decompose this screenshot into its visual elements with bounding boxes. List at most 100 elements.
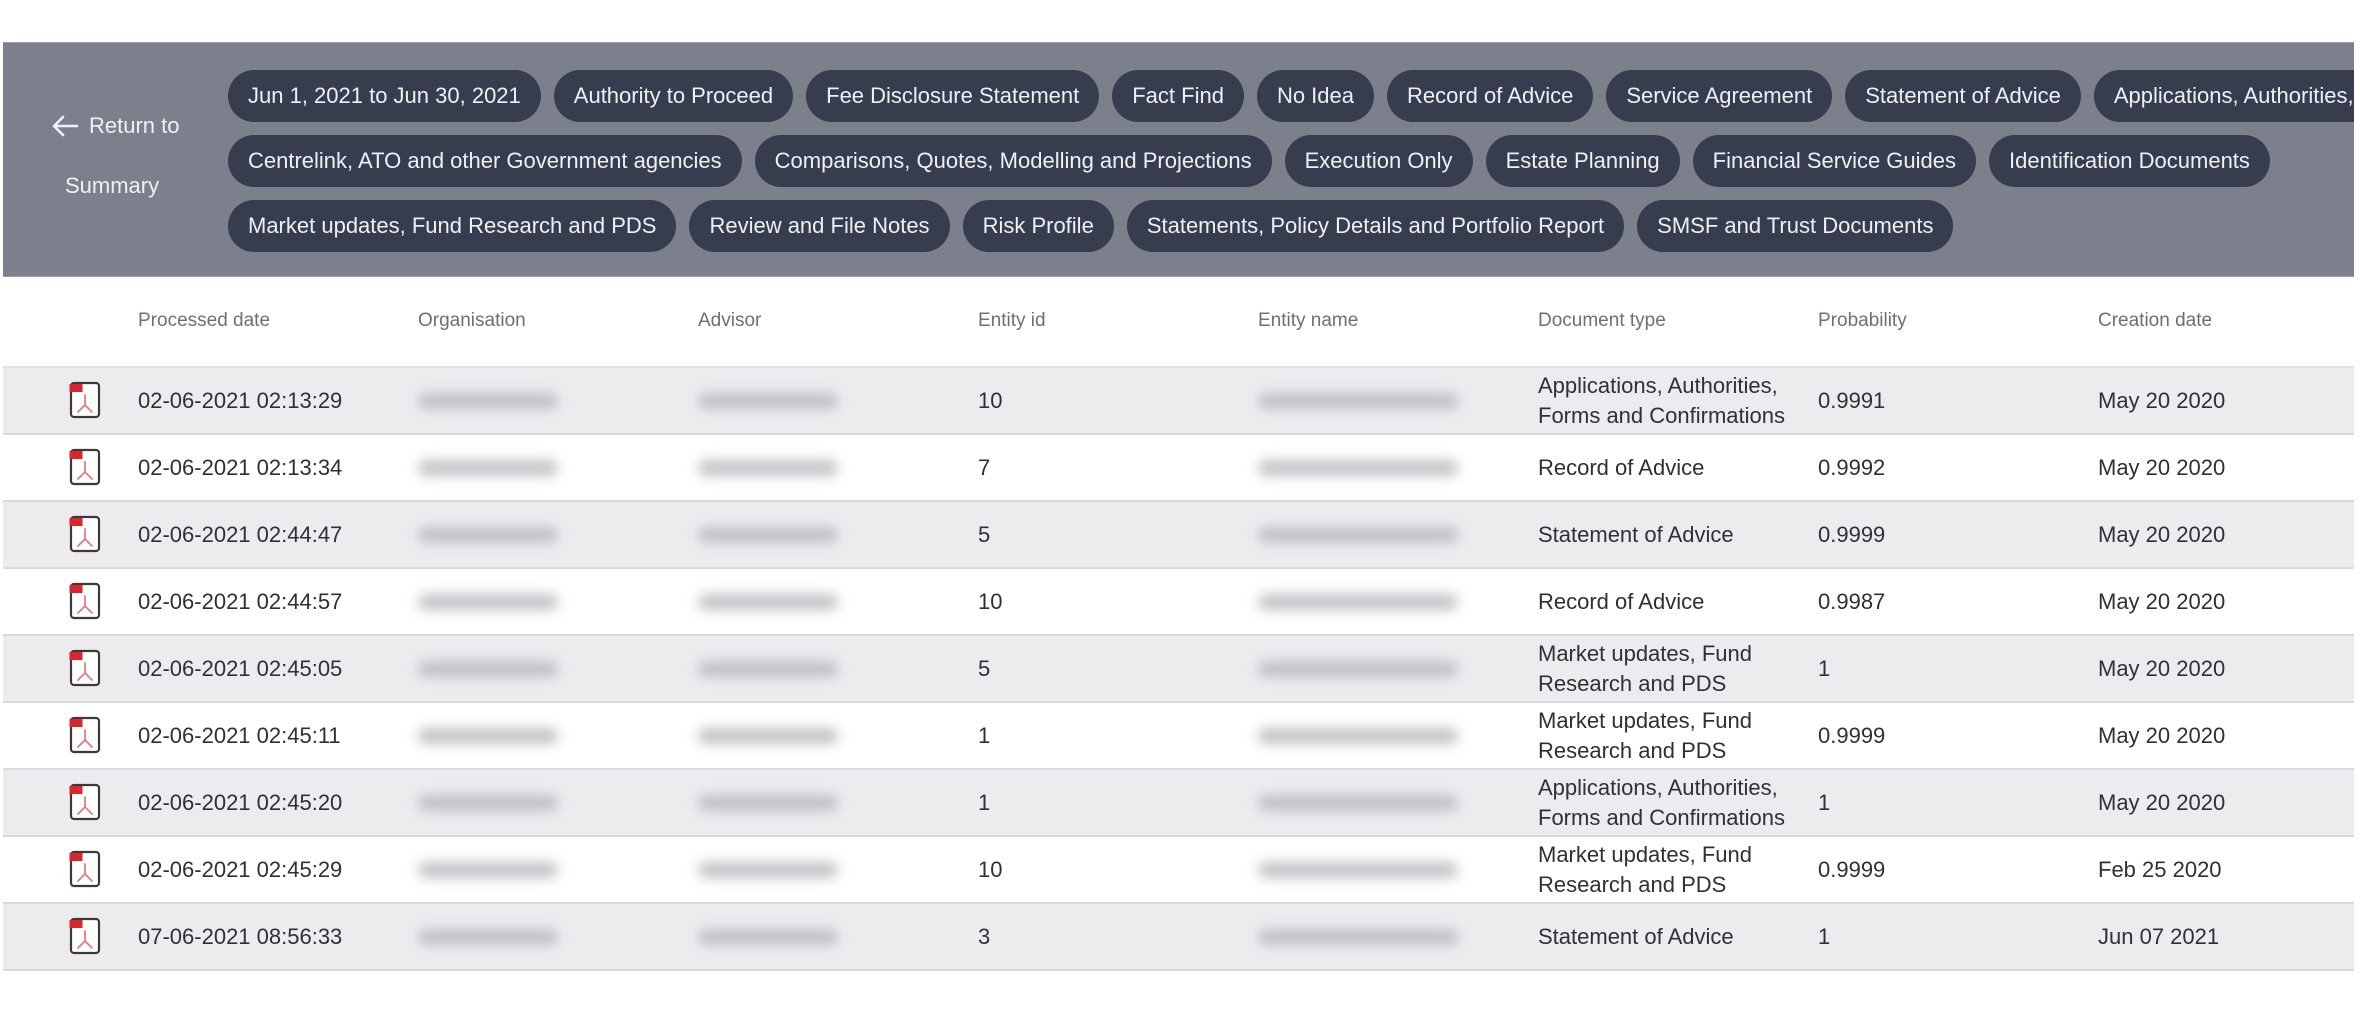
cell-document-type: Applications, Authorities, Forms and Con…: [1538, 774, 1785, 830]
table-row[interactable]: 02-06-2021 02:45:11 1 Market updates, Fund…: [3, 703, 2354, 770]
cell-entity-name: [1258, 703, 1458, 768]
cell-organisation: [418, 368, 558, 433]
pdf-file-icon[interactable]: [69, 716, 101, 754]
filter-chip[interactable]: Jun 1, 2021 to Jun 30, 2021: [228, 70, 541, 122]
cell-document-type: Statement of Advice: [1538, 521, 1734, 547]
redacted-value: [1258, 727, 1458, 744]
return-to-summary-button[interactable]: Return to Summary: [47, 103, 207, 223]
pdf-file-icon[interactable]: [69, 381, 101, 419]
cell-processed-date: 02-06-2021 02:13:34: [138, 454, 343, 480]
cell-entity-name: [1258, 502, 1458, 567]
redacted-value: [418, 459, 558, 476]
documents-table: Processed date Organisation Advisor Entity …: [3, 300, 2354, 971]
filter-chip[interactable]: Comparisons, Quotes, Modelling and Proje…: [754, 135, 1272, 187]
cell-organisation: [418, 502, 558, 567]
cell-processed-date: 02-06-2021 02:45:20: [138, 789, 343, 815]
redacted-value: [418, 660, 558, 677]
cell-entity-id: 5: [978, 521, 991, 547]
pdf-file-icon[interactable]: [69, 448, 101, 486]
table-row[interactable]: 02-06-2021 02:13:29 10 Applications, Autho…: [3, 366, 2354, 435]
filter-chip[interactable]: Risk Profile: [962, 200, 1114, 252]
filter-chips: Jun 1, 2021 to Jun 30, 2021 Authority to …: [228, 70, 2354, 265]
filter-chip[interactable]: SMSF and Trust Documents: [1637, 200, 1954, 252]
cell-entity-name: [1258, 837, 1458, 902]
table-row[interactable]: 07-06-2021 08:56:33 3 Statement of Advice 1…: [3, 904, 2354, 971]
redacted-value: [698, 593, 838, 610]
filter-chip[interactable]: Execution Only: [1284, 135, 1473, 187]
filter-bar: Return to Summary Jun 1, 2021 to Jun 30,…: [3, 42, 2354, 277]
pdf-file-icon[interactable]: [69, 582, 101, 620]
cell-processed-date: 02-06-2021 02:44:47: [138, 521, 343, 547]
pdf-file-icon[interactable]: [69, 917, 101, 955]
filter-chip[interactable]: Statement of Advice: [1845, 70, 2081, 122]
cell-creation-date: May 20 2020: [2098, 655, 2226, 681]
filter-chip[interactable]: Financial Service Guides: [1692, 135, 1977, 187]
cell-organisation: [418, 636, 558, 701]
cell-organisation: [418, 837, 558, 902]
redacted-value: [1258, 794, 1458, 811]
table-row[interactable]: 02-06-2021 02:45:20 1 Applications, Author…: [3, 770, 2354, 837]
filter-chip[interactable]: Service Agreement: [1606, 70, 1833, 122]
column-header-probability[interactable]: Probability: [1818, 310, 1907, 332]
redacted-value: [1258, 861, 1458, 878]
pdf-file-icon[interactable]: [69, 515, 101, 553]
cell-processed-date: 02-06-2021 02:44:57: [138, 588, 343, 614]
chip-row: Market updates, Fund Research and PDS Rev…: [228, 200, 2354, 252]
filter-chip[interactable]: Estate Planning: [1485, 135, 1680, 187]
table-row[interactable]: 02-06-2021 02:44:57 10 Record of Advice 0.9…: [3, 569, 2354, 636]
cell-entity-name: [1258, 636, 1458, 701]
filter-chip[interactable]: No Idea: [1256, 70, 1374, 122]
cell-creation-date: Feb 25 2020: [2098, 856, 2222, 882]
filter-chip[interactable]: Centrelink, ATO and other Government age…: [228, 135, 742, 187]
chip-row: Jun 1, 2021 to Jun 30, 2021 Authority to …: [228, 70, 2354, 122]
cell-document-type: Record of Advice: [1538, 588, 1705, 614]
cell-entity-id: 10: [978, 588, 1003, 614]
filter-chip[interactable]: Authority to Proceed: [553, 70, 794, 122]
cell-document-type: Market updates, Fund Research and PDS: [1538, 640, 1753, 696]
column-header-entity-id[interactable]: Entity id: [978, 310, 1046, 332]
cell-probability: 0.9991: [1818, 387, 1886, 413]
cell-advisor: [698, 703, 838, 768]
table-row[interactable]: 02-06-2021 02:13:34 7 Record of Advice 0.99…: [3, 435, 2354, 502]
cell-entity-name: [1258, 770, 1458, 835]
pdf-file-icon[interactable]: [69, 850, 101, 888]
column-header-creation-date[interactable]: Creation date: [2098, 310, 2212, 332]
cell-processed-date: 02-06-2021 02:45:05: [138, 655, 343, 681]
redacted-value: [698, 727, 838, 744]
column-header-document-type[interactable]: Document type: [1538, 310, 1666, 332]
cell-entity-id: 1: [978, 789, 991, 815]
table-row[interactable]: 02-06-2021 02:44:47 5 Statement of Advice 0…: [3, 502, 2354, 569]
pdf-file-icon[interactable]: [69, 783, 101, 821]
cell-processed-date: 07-06-2021 08:56:33: [138, 923, 343, 949]
filter-chip[interactable]: Identification Documents: [1989, 135, 2270, 187]
filter-chip[interactable]: Review and File Notes: [689, 200, 950, 252]
column-header-advisor[interactable]: Advisor: [698, 310, 761, 332]
cell-creation-date: May 20 2020: [2098, 722, 2226, 748]
redacted-value: [1258, 526, 1458, 543]
cell-entity-id: 10: [978, 856, 1003, 882]
cell-entity-id: 7: [978, 454, 991, 480]
cell-organisation: [418, 904, 558, 969]
cell-creation-date: May 20 2020: [2098, 387, 2226, 413]
column-header-processed-date[interactable]: Processed date: [138, 310, 270, 332]
column-header-organisation[interactable]: Organisation: [418, 310, 526, 332]
cell-entity-name: [1258, 569, 1458, 634]
filter-chip[interactable]: Fee Disclosure Statement: [806, 70, 1100, 122]
filter-chip[interactable]: Statements, Policy Details and Portfolio…: [1126, 200, 1625, 252]
table-row[interactable]: 02-06-2021 02:45:29 10 Market updates, Fun…: [3, 837, 2354, 904]
cell-entity-id: 10: [978, 387, 1003, 413]
pdf-file-icon[interactable]: [69, 649, 101, 687]
filter-chip[interactable]: Record of Advice: [1387, 70, 1594, 122]
cell-probability: 0.9987: [1818, 588, 1886, 614]
filter-chip[interactable]: Applications, Authorities, Forms and Con…: [2093, 70, 2354, 122]
cell-document-type: Applications, Authorities, Forms and Con…: [1538, 372, 1785, 428]
redacted-value: [698, 526, 838, 543]
redacted-value: [418, 526, 558, 543]
filter-chip[interactable]: Market updates, Fund Research and PDS: [228, 200, 677, 252]
column-header-entity-name[interactable]: Entity name: [1258, 310, 1358, 332]
filter-chip[interactable]: Fact Find: [1112, 70, 1244, 122]
cell-creation-date: May 20 2020: [2098, 521, 2226, 547]
cell-entity-name: [1258, 904, 1458, 969]
table-row[interactable]: 02-06-2021 02:45:05 5 Market updates, Fund…: [3, 636, 2354, 703]
cell-probability: 0.9999: [1818, 856, 1886, 882]
